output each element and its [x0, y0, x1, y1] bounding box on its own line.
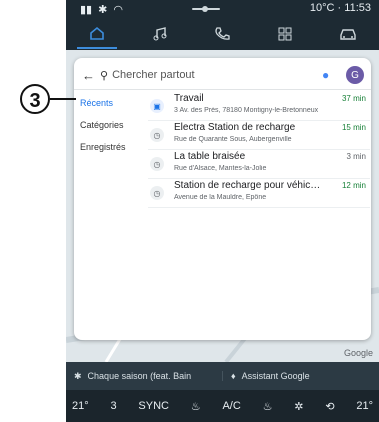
now-playing[interactable]: ✱ Chaque saison (feat. Bain — [66, 371, 222, 382]
sync-button[interactable]: SYNC — [138, 400, 169, 412]
callout-line — [50, 98, 76, 100]
bluetooth-icon: ✱ — [98, 4, 108, 16]
history-icon: ◷ — [150, 128, 164, 142]
result-title: Electra Station de recharge — [174, 122, 296, 133]
result-title: Travail — [174, 93, 204, 104]
phone-tab[interactable] — [202, 19, 242, 49]
wifi-icon: ◠ — [113, 4, 123, 16]
sidebar-item-recents[interactable]: Récents — [80, 92, 140, 114]
result-title: Station de recharge pour véhicul... — [174, 180, 324, 191]
results-list: ▣ Travail 3 Av. des Prés, 78180 Montigny… — [148, 92, 370, 208]
result-address: Avenue de la Mauldre, Épône — [174, 194, 267, 201]
right-temperature[interactable]: 21° — [356, 400, 373, 412]
apps-icon — [278, 27, 292, 41]
sidebar-item-categories[interactable]: Catégories — [80, 114, 140, 136]
rear-defrost-icon[interactable]: ♨ — [191, 400, 201, 413]
microphone-icon[interactable]: ● — [322, 68, 340, 82]
bluetooth-audio-icon: ✱ — [74, 370, 82, 381]
briefcase-icon: ▣ — [150, 99, 164, 113]
climate-bar: 21° 3 SYNC ♨ A/C ♨ ✲ ⟲ 21° — [66, 390, 379, 422]
avatar[interactable]: G — [346, 66, 364, 84]
history-icon: ◷ — [150, 157, 164, 171]
status-bar: ▮▮ ✱ ◠ 10°C · 11:53 — [66, 0, 379, 18]
music-tab[interactable] — [140, 19, 180, 49]
car-tab[interactable] — [328, 19, 368, 49]
fan-icon[interactable]: ✲ — [294, 400, 303, 413]
search-icon: ⚲ — [100, 69, 109, 82]
seat-heating-level[interactable]: 3 — [110, 400, 116, 412]
result-row[interactable]: ▣ Travail 3 Av. des Prés, 78180 Montigny… — [148, 92, 370, 121]
divider — [74, 89, 371, 90]
result-row[interactable]: ◷ La table braisée Rue d'Alsace, Mantes-… — [148, 150, 370, 179]
result-time: 15 min — [341, 123, 366, 132]
result-address: Rue d'Alsace, Mantes-la-Jolie — [174, 165, 267, 172]
result-address: 3 Av. des Prés, 78180 Montigny-le-Breton… — [174, 107, 319, 114]
tab-bar — [66, 18, 379, 50]
home-icon — [90, 26, 105, 40]
result-row[interactable]: ◷ Electra Station de recharge Rue de Qua… — [148, 121, 370, 150]
status-icons: ▮▮ ✱ ◠ — [80, 3, 123, 16]
ac-button[interactable]: A/C — [222, 400, 240, 412]
front-defrost-icon[interactable]: ♨ — [263, 400, 273, 413]
home-tab[interactable] — [77, 19, 118, 49]
microphone-icon: ♦ — [231, 371, 236, 381]
search-input[interactable]: Chercher partout — [112, 69, 322, 81]
signal-icon: ▮▮ — [80, 4, 93, 16]
song-title: Chaque saison (feat. Bain — [87, 371, 192, 381]
assistant-label: Assistant Google — [241, 371, 310, 381]
result-time: 12 min — [341, 181, 366, 190]
search-bar[interactable]: ← ⚲ Chercher partout ● G — [82, 62, 364, 88]
google-attribution: Google — [343, 348, 373, 358]
result-address: Rue de Quarante Sous, Aubergenville — [174, 136, 292, 143]
assistant-button[interactable]: ♦ Assistant Google — [222, 371, 379, 381]
recirculation-icon[interactable]: ⟲ — [325, 400, 334, 413]
infotainment-screen: ▮▮ ✱ ◠ 10°C · 11:53 ← ⚲ Chercher partout… — [66, 0, 379, 422]
apps-tab[interactable] — [265, 19, 305, 49]
sidebar-item-saved[interactable]: Enregistrés — [80, 136, 140, 158]
result-time: 37 min — [341, 94, 366, 103]
back-arrow-icon[interactable]: ← — [82, 68, 100, 83]
left-temperature[interactable]: 21° — [72, 400, 89, 412]
drag-handle[interactable] — [192, 6, 220, 12]
category-sidebar: Récents Catégories Enregistrés — [80, 92, 140, 158]
weather-time: 10°C · 11:53 — [309, 2, 371, 14]
history-icon: ◷ — [150, 186, 164, 200]
media-bar: ✱ Chaque saison (feat. Bain ♦ Assistant … — [66, 362, 379, 390]
result-time: 3 min — [346, 152, 366, 161]
result-row[interactable]: ◷ Station de recharge pour véhicul... Av… — [148, 179, 370, 208]
phone-icon — [215, 27, 231, 40]
callout-number: 3 — [20, 84, 50, 114]
music-icon — [153, 27, 167, 41]
search-panel: ← ⚲ Chercher partout ● G Récents Catégor… — [74, 58, 371, 340]
car-icon — [339, 29, 356, 40]
result-title: La table braisée — [174, 151, 246, 162]
map-view[interactable]: ← ⚲ Chercher partout ● G Récents Catégor… — [66, 50, 379, 362]
